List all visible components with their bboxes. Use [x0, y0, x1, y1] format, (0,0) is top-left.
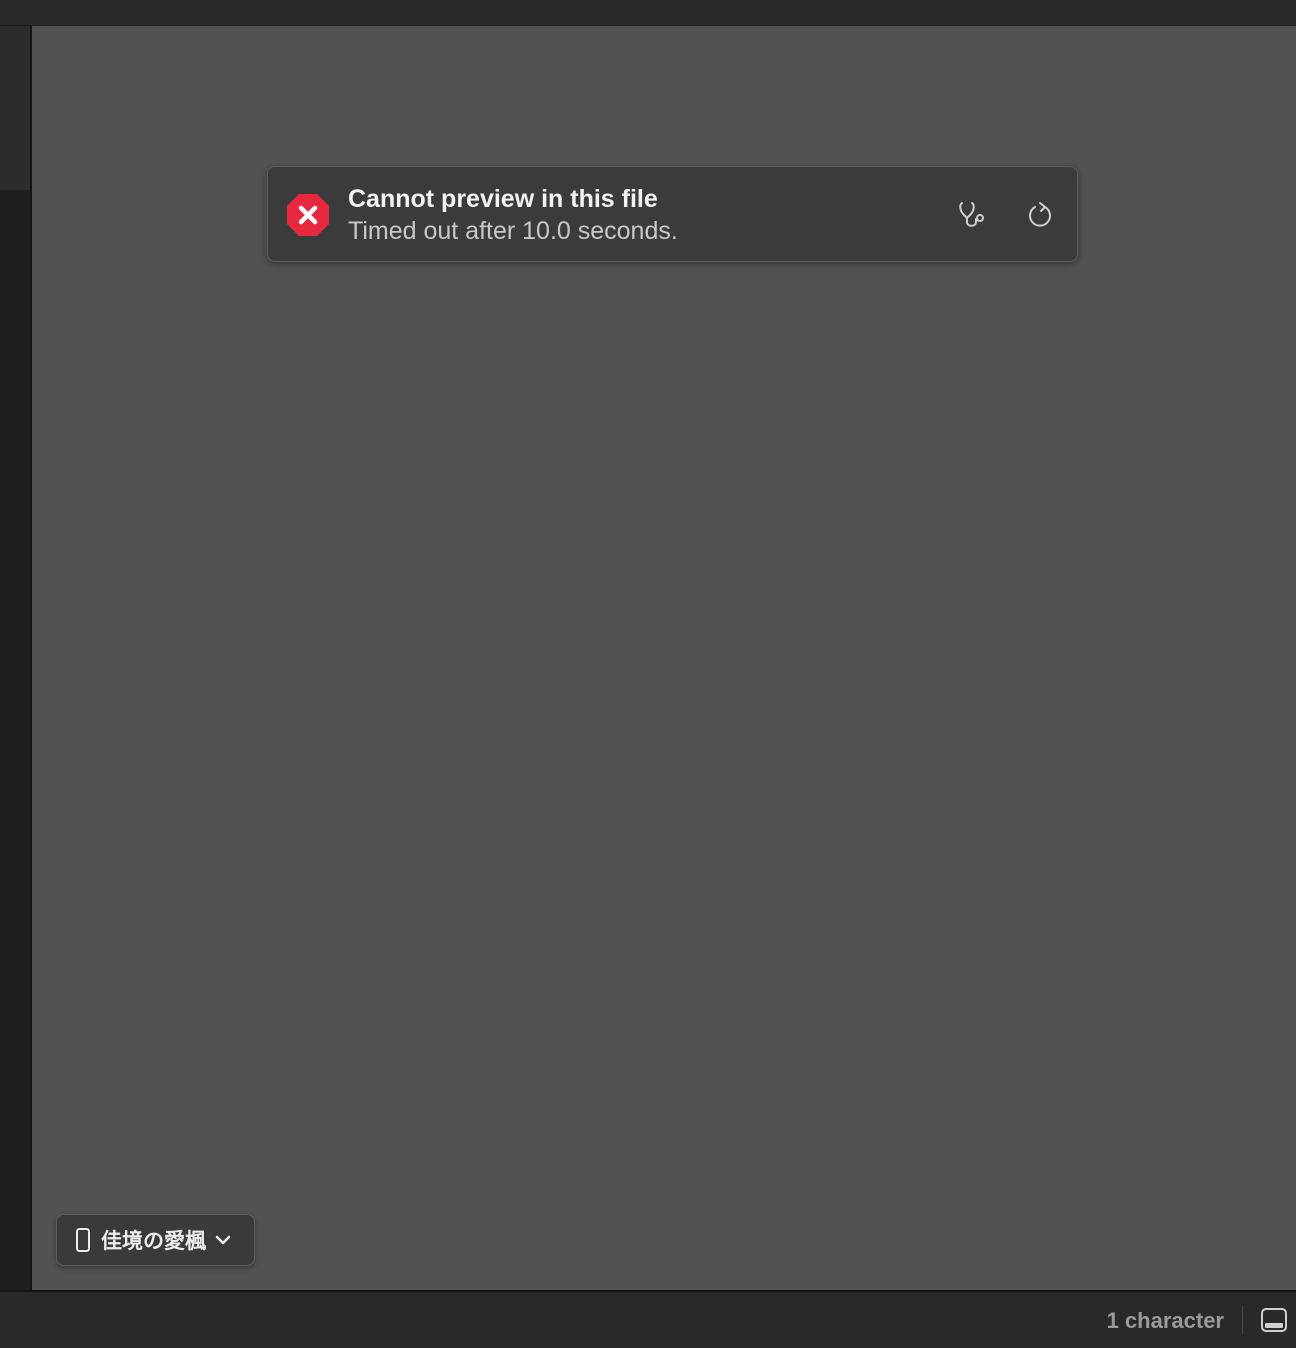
stethoscope-icon	[959, 202, 984, 227]
left-sidebar-upper	[0, 26, 30, 190]
character-count: 1 character	[1106, 1308, 1224, 1333]
status-bar: 1 character	[0, 1290, 1296, 1348]
iphone-icon	[76, 1228, 90, 1252]
device-picker[interactable]: 佳境の愛楓	[56, 1214, 255, 1266]
window-top-bar	[0, 0, 1296, 26]
left-sidebar-edge	[0, 26, 30, 1290]
preview-error-banner: Cannot preview in this file Timed out af…	[267, 166, 1078, 262]
xmark-octagon-icon	[287, 194, 329, 236]
device-picker-label: 佳境の愛楓	[101, 1229, 206, 1253]
diagnose-button[interactable]	[956, 197, 992, 233]
banner-subtitle: Timed out after 10.0 seconds.	[348, 217, 678, 245]
refresh-button[interactable]	[1022, 197, 1058, 233]
refresh-icon	[1029, 202, 1051, 227]
banner-title: Cannot preview in this file	[348, 185, 658, 213]
status-separator	[1242, 1306, 1243, 1334]
chevron-down-icon	[215, 1235, 231, 1245]
bottom-panel-toggle-icon[interactable]	[1260, 1306, 1288, 1334]
